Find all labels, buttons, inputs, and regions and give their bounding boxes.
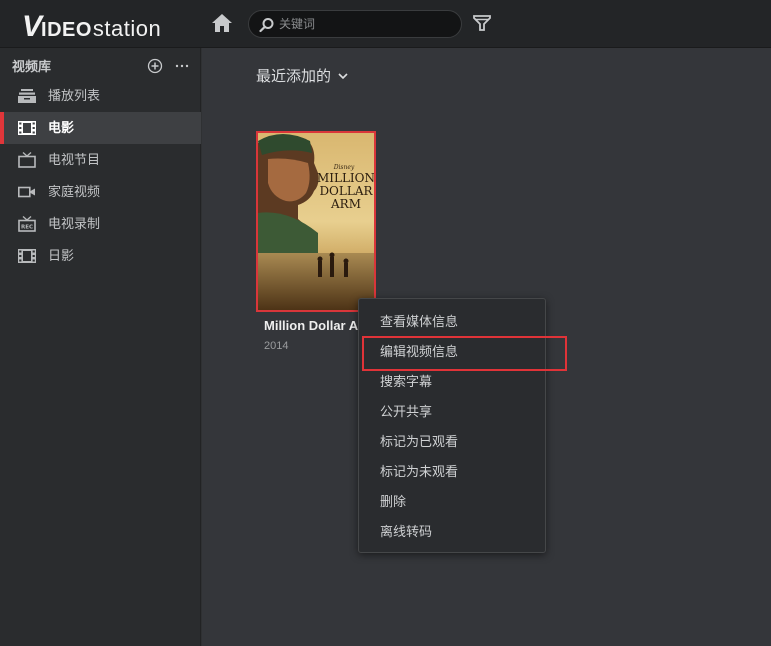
sidebar-item-label: 电视节目	[48, 152, 101, 167]
library-header: 视频库	[12, 58, 192, 76]
film-icon	[18, 249, 36, 263]
movie-year: 2014	[264, 340, 289, 352]
menu-item-delete[interactable]: 删除	[359, 487, 545, 517]
search-icon	[259, 18, 274, 33]
filter-icon[interactable]	[472, 13, 492, 33]
svg-text:REC: REC	[21, 225, 33, 231]
rec-icon: REC	[18, 216, 36, 232]
sidebar-item-playlist[interactable]: 播放列表	[0, 80, 201, 112]
logo-station: station	[92, 16, 162, 41]
poster-title-line-1: MILLION	[317, 171, 374, 185]
more-options-icon[interactable]	[174, 58, 190, 74]
menu-item-edit-video-info[interactable]: 编辑视频信息	[359, 337, 545, 367]
sidebar-item-label: 家庭视频	[48, 184, 101, 199]
sidebar-item-home-videos[interactable]: 家庭视频	[0, 176, 201, 208]
menu-item-public-share[interactable]: 公开共享	[359, 397, 545, 427]
logo-v: V	[22, 10, 42, 43]
menu-item-mark-unwatched[interactable]: 标记为未观看	[359, 457, 545, 487]
add-library-icon[interactable]	[147, 58, 163, 74]
movie-poster[interactable]: Disney MILLION DOLLAR ARM	[256, 131, 376, 312]
sidebar-item-label: 播放列表	[48, 88, 101, 103]
search-input[interactable]	[279, 15, 449, 33]
context-menu: 查看媒体信息 编辑视频信息 搜索字幕 公开共享 标记为已观看 标记为未观看 删除…	[358, 298, 546, 553]
sidebar-item-label: 日影	[48, 248, 75, 263]
top-bar: V IDEO station	[0, 0, 771, 48]
app-logo: V IDEO station	[22, 10, 161, 43]
poster-title-line-3: ARM	[330, 197, 361, 211]
section-dropdown[interactable]: 最近添加的	[256, 65, 349, 86]
menu-item-search-subtitles[interactable]: 搜索字幕	[359, 367, 545, 397]
tv-icon	[18, 152, 36, 168]
library-title: 视频库	[12, 59, 52, 74]
film-icon	[18, 121, 36, 135]
menu-item-offline-transcode[interactable]: 离线转码	[359, 517, 545, 547]
poster-brand: Disney	[333, 164, 355, 171]
sidebar: 视频库 播放列表 电影 电视节目 家庭视频 REC 电视录制 日影	[0, 48, 201, 646]
sidebar-item-film[interactable]: 日影	[0, 240, 201, 272]
home-icon[interactable]	[211, 12, 233, 34]
search-box[interactable]	[248, 10, 462, 38]
movie-title[interactable]: Million Dollar A	[264, 318, 360, 333]
chevron-down-icon	[338, 72, 348, 79]
poster-title-line-2: DOLLAR	[319, 184, 373, 198]
sidebar-item-tv-recording[interactable]: REC 电视录制	[0, 208, 201, 240]
menu-item-view-media-info[interactable]: 查看媒体信息	[359, 307, 545, 337]
sidebar-item-tv-shows[interactable]: 电视节目	[0, 144, 201, 176]
menu-item-mark-watched[interactable]: 标记为已观看	[359, 427, 545, 457]
playlist-icon	[18, 89, 36, 103]
sidebar-item-label: 电影	[48, 120, 75, 135]
sidebar-item-label: 电视录制	[48, 216, 101, 231]
sidebar-item-movies[interactable]: 电影	[0, 112, 201, 144]
logo-ideo: IDEO	[41, 19, 92, 41]
section-title: 最近添加的	[256, 68, 332, 85]
library-nav: 播放列表 电影 电视节目 家庭视频 REC 电视录制 日影	[0, 80, 201, 272]
camera-icon	[18, 186, 35, 198]
